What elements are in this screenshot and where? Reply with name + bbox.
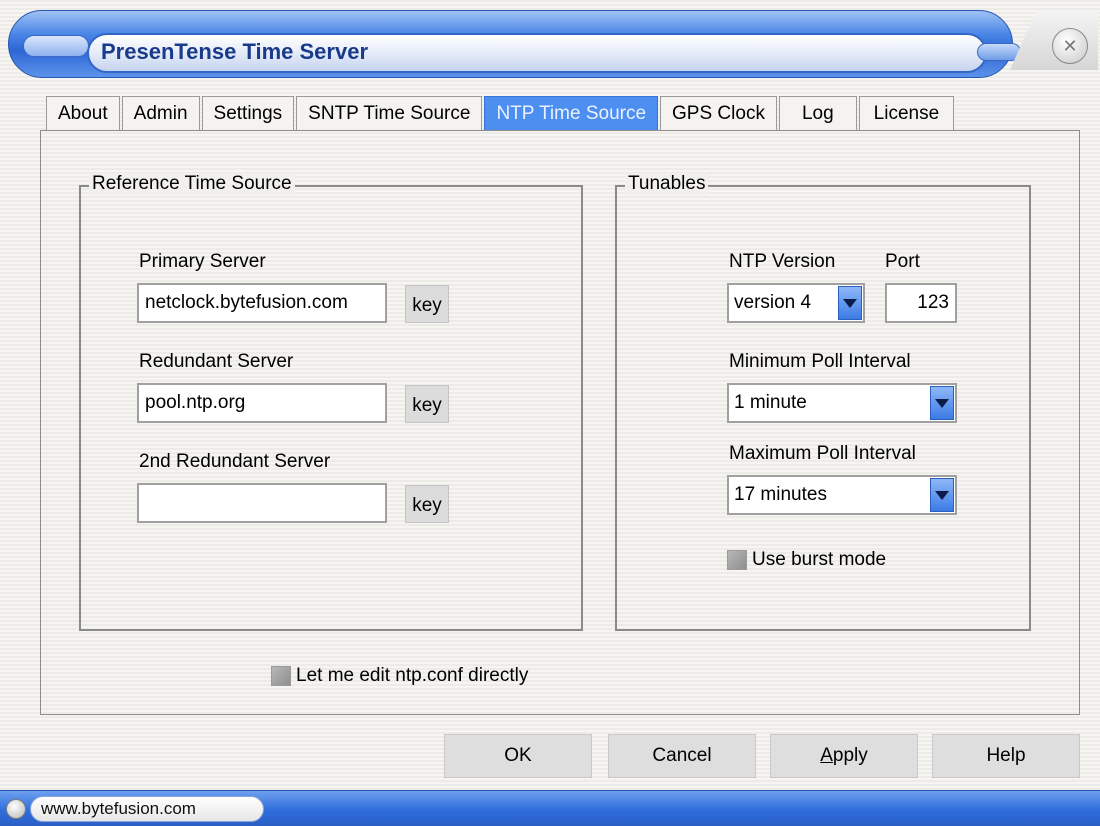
primary-server-input[interactable]: netclock.bytefusion.com (137, 283, 387, 323)
redundant-key-button[interactable]: key (405, 385, 449, 423)
max-poll-label: Maximum Poll Interval (729, 443, 916, 464)
port-input[interactable]: 123 (885, 283, 957, 323)
status-bar: www.bytefusion.com (0, 790, 1100, 826)
title-bar[interactable]: PresenTense Time Server (8, 10, 1021, 78)
tab-sntp-time-source[interactable]: SNTP Time Source (296, 96, 483, 130)
window-title: PresenTense Time Server (101, 39, 369, 64)
tab-ntp-time-source[interactable]: NTP Time Source (484, 96, 659, 130)
status-indicator-icon (6, 799, 26, 819)
second-redundant-key-button[interactable]: key (405, 485, 449, 523)
burst-mode-label: Use burst mode (752, 549, 887, 570)
reference-time-source-group: Reference Time Source Primary Server net… (79, 173, 583, 631)
tab-license[interactable]: License (858, 96, 955, 130)
chevron-down-icon[interactable] (930, 478, 954, 512)
primary-server-label: Primary Server (139, 251, 266, 272)
apply-button[interactable]: Apply (770, 734, 918, 778)
tab-strip: About Admin Settings SNTP Time Source NT… (46, 96, 956, 130)
redundant-server-label: Redundant Server (139, 351, 294, 372)
chevron-down-icon[interactable] (838, 286, 862, 320)
chevron-down-icon[interactable] (930, 386, 954, 420)
reference-group-title: Reference Time Source (89, 173, 295, 195)
window-menu-icon[interactable] (23, 35, 89, 57)
ntp-version-value: version 4 (734, 292, 812, 313)
tab-log[interactable]: Log (778, 96, 857, 130)
tab-panel: Reference Time Source Primary Server net… (40, 130, 1080, 715)
tab-settings[interactable]: Settings (201, 96, 295, 130)
website-link[interactable]: www.bytefusion.com (30, 796, 264, 822)
second-redundant-server-input[interactable] (137, 483, 387, 523)
min-poll-value: 1 minute (734, 392, 807, 413)
tunables-group: Tunables NTP Version Port version 4 123 … (615, 173, 1031, 631)
close-button[interactable]: ✕ (1052, 28, 1088, 64)
help-button[interactable]: Help (932, 734, 1080, 778)
burst-mode-checkbox[interactable] (727, 550, 747, 570)
apply-label-rest: pply (832, 745, 868, 766)
primary-key-button[interactable]: key (405, 285, 449, 323)
ntp-version-label: NTP Version (729, 251, 836, 272)
edit-ntp-conf-checkbox-row[interactable]: Let me edit ntp.conf directly (271, 665, 528, 687)
tab-admin[interactable]: Admin (121, 96, 200, 130)
redundant-server-input[interactable]: pool.ntp.org (137, 383, 387, 423)
min-poll-select[interactable]: 1 minute (727, 383, 957, 423)
close-icon: ✕ (1062, 35, 1078, 56)
tab-gps-clock[interactable]: GPS Clock (660, 96, 777, 130)
tunables-group-title: Tunables (625, 173, 709, 195)
burst-mode-checkbox-row[interactable]: Use burst mode (727, 549, 886, 571)
max-poll-value: 17 minutes (734, 484, 827, 505)
ntp-version-select[interactable]: version 4 (727, 283, 865, 323)
min-poll-label: Minimum Poll Interval (729, 351, 911, 372)
app-window: PresenTense Time Server ✕ About Admin Se… (0, 0, 1100, 826)
cancel-button[interactable]: Cancel (608, 734, 756, 778)
edit-ntp-conf-checkbox[interactable] (271, 666, 291, 686)
second-redundant-server-label: 2nd Redundant Server (139, 451, 331, 472)
ok-button[interactable]: OK (444, 734, 592, 778)
tab-about[interactable]: About (46, 96, 120, 130)
minimize-icon[interactable] (977, 43, 1021, 61)
max-poll-select[interactable]: 17 minutes (727, 475, 957, 515)
edit-ntp-conf-label: Let me edit ntp.conf directly (296, 665, 529, 686)
port-label: Port (885, 251, 920, 272)
apply-mnemonic: A (820, 745, 833, 766)
